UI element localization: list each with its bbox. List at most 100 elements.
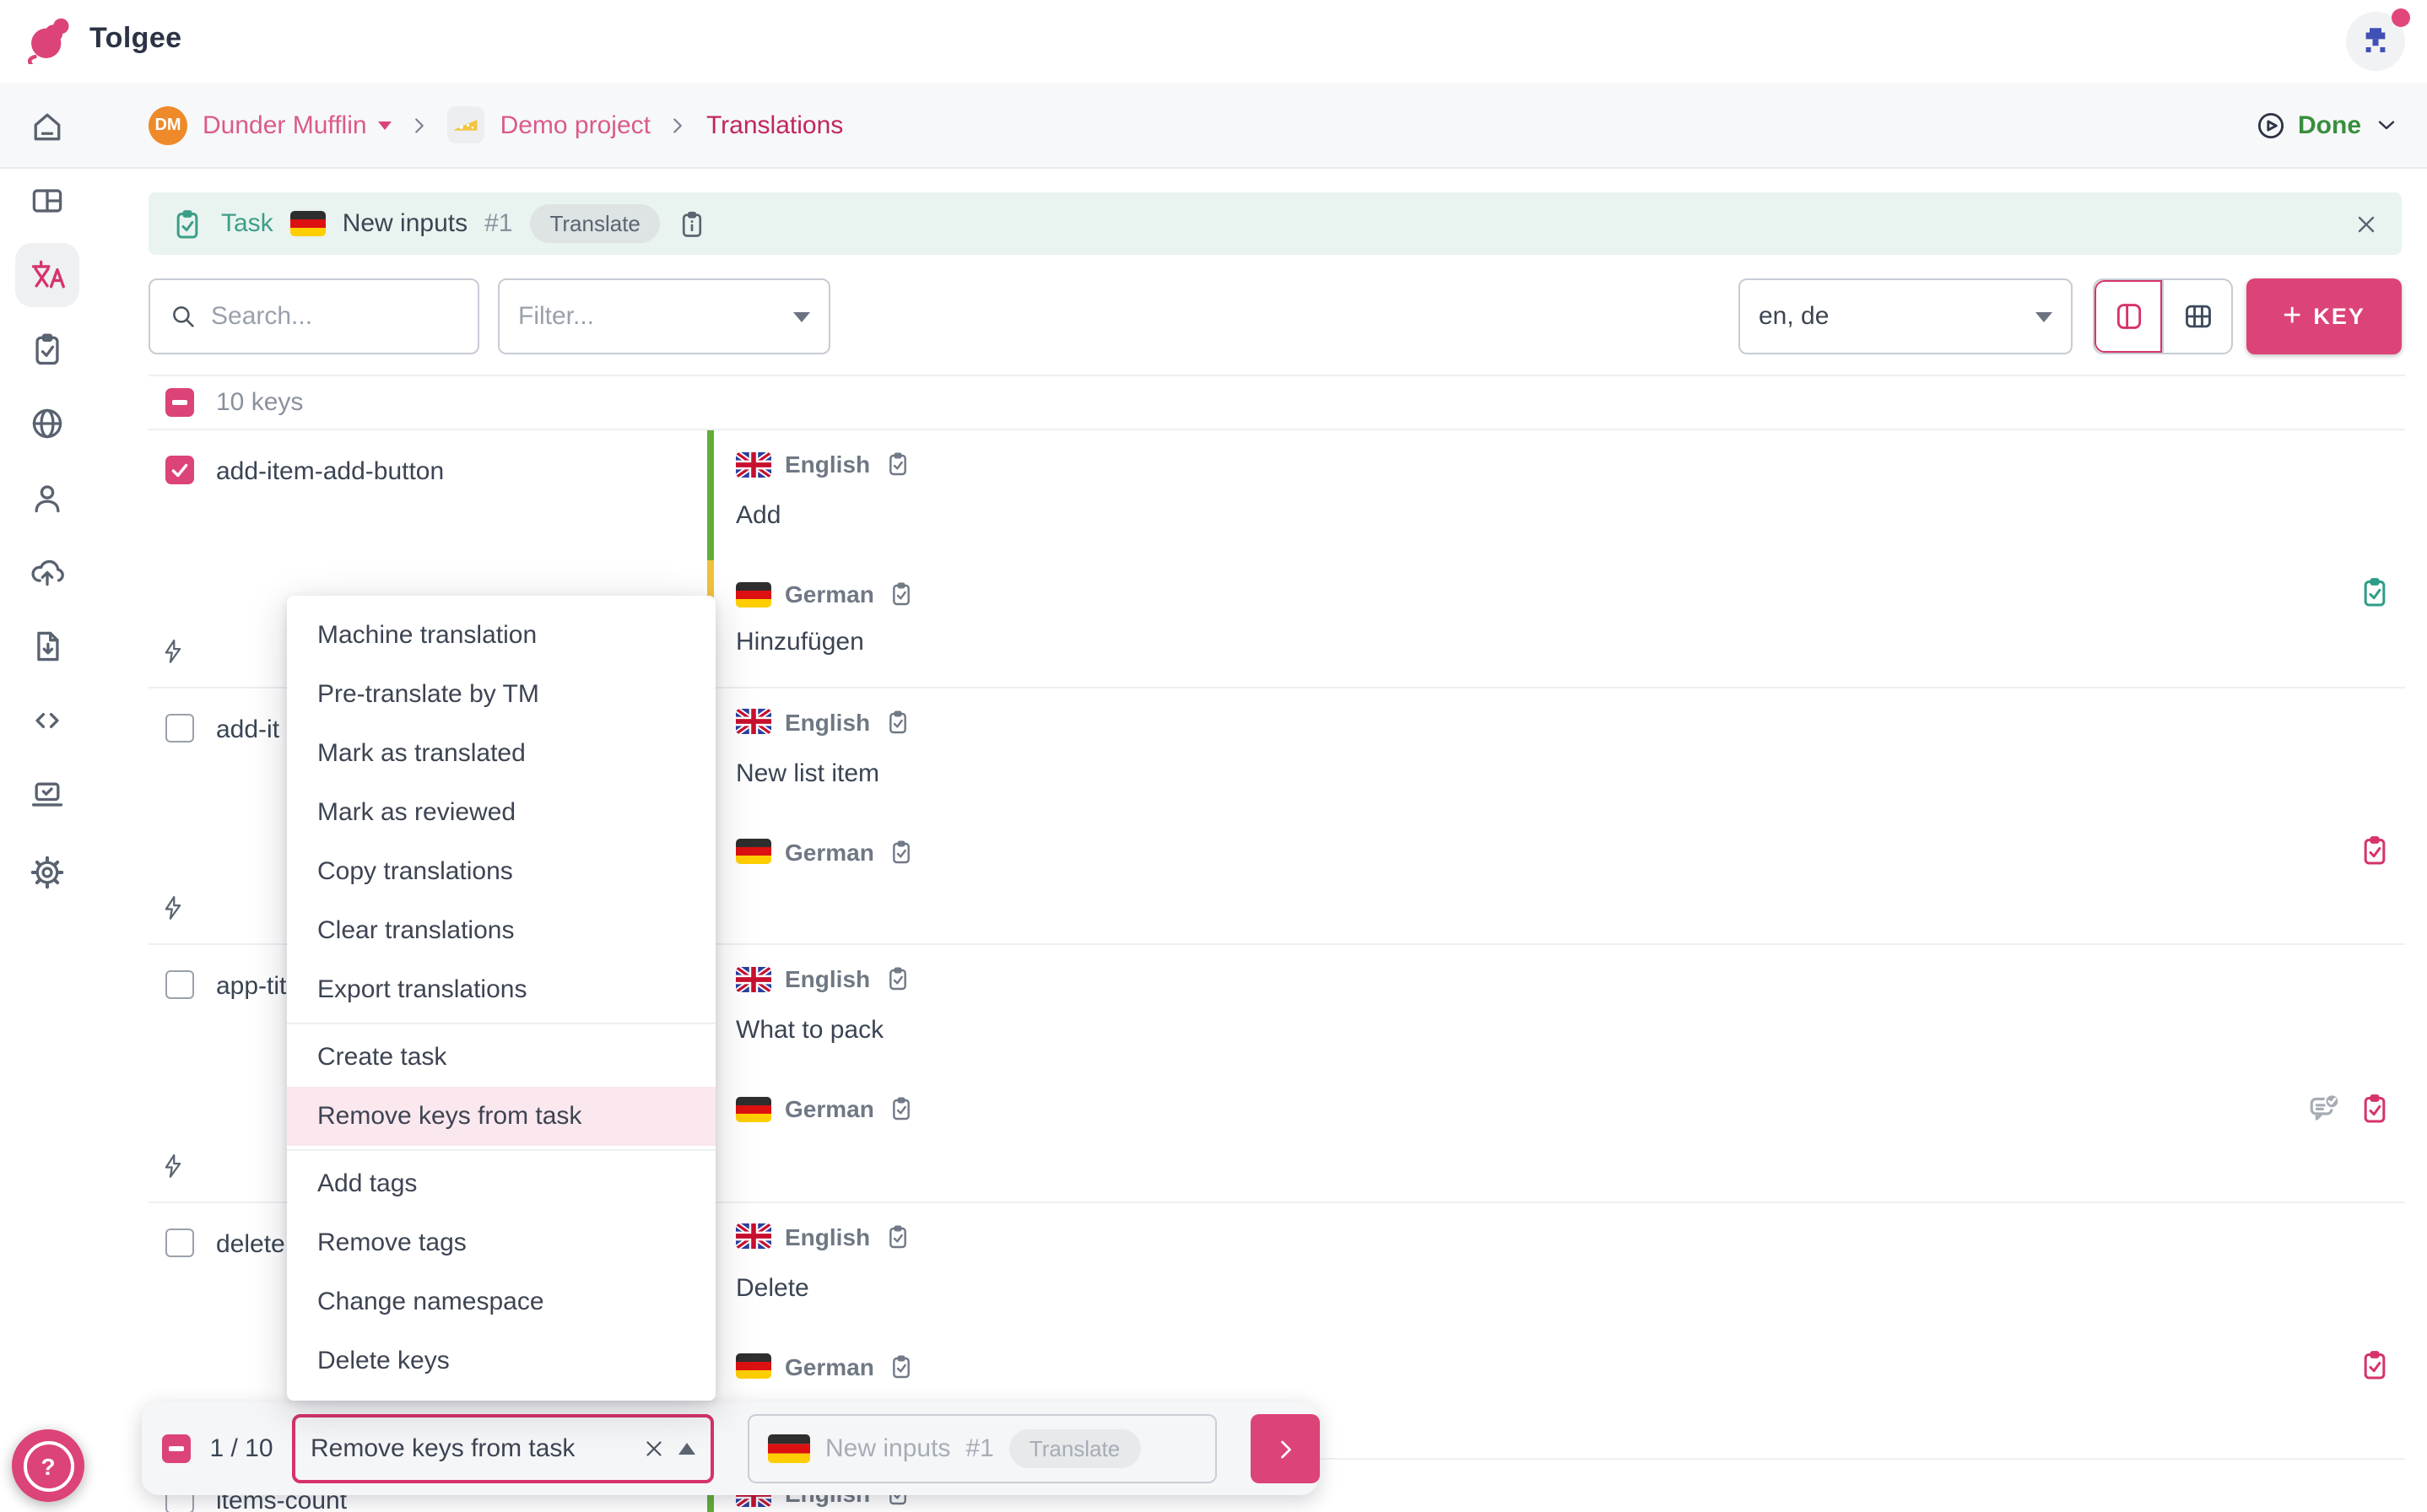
translation-state-icon (884, 451, 911, 478)
sidebar-item-person[interactable] (12, 462, 83, 533)
menu-item[interactable]: Delete keys (287, 1331, 716, 1390)
bottom-toolbar: 1 / 10 Remove keys from task New inputs … (142, 1402, 1320, 1495)
languages-select[interactable]: en, de (1738, 278, 2073, 354)
sidebar-item-code[interactable] (12, 685, 83, 756)
list-view-button[interactable] (2095, 280, 2162, 353)
task-status-clipboard-icon[interactable] (2358, 575, 2392, 609)
german-flag-icon (736, 1096, 771, 1121)
board-icon (29, 182, 66, 219)
row-checkbox[interactable] (165, 970, 194, 999)
menu-item[interactable]: Create task (287, 1028, 716, 1087)
english-flag-icon (736, 1223, 771, 1249)
machine-translate-bolt-icon[interactable] (160, 637, 186, 662)
table-header: 10 keys (149, 375, 2405, 430)
apply-action-button[interactable] (1251, 1414, 1320, 1483)
sidebar-item-board[interactable] (12, 165, 83, 236)
task-status-clipboard-icon[interactable] (2358, 1347, 2392, 1381)
app-logo[interactable]: Tolgee (25, 14, 181, 64)
sidebar-item-laptop[interactable] (12, 759, 83, 830)
clear-action-icon[interactable] (641, 1436, 667, 1461)
search-input[interactable]: Search... (149, 278, 479, 354)
task-detail-icon[interactable] (678, 208, 708, 239)
bulk-action-select[interactable]: Remove keys from task (292, 1414, 714, 1483)
menu-item[interactable]: Mark as translated (287, 724, 716, 783)
language-cell-german[interactable]: German (736, 838, 915, 865)
language-label: German (785, 838, 874, 865)
key-name[interactable]: add-item-add-button (216, 457, 444, 486)
task-status-clipboard-icon[interactable] (2358, 1091, 2392, 1125)
menu-item[interactable]: Remove keys from task (287, 1087, 716, 1146)
menu-item[interactable]: Mark as reviewed (287, 783, 716, 842)
chevron-right-icon (408, 112, 433, 138)
sidebar-item-filedown[interactable] (12, 611, 83, 682)
sidebar-item-home[interactable] (12, 91, 83, 162)
language-cell-german[interactable]: German (736, 1353, 915, 1380)
globe-icon (29, 405, 66, 442)
task-state-dropdown[interactable]: Done (2254, 83, 2400, 167)
sidebar-item-clipcheck[interactable] (12, 314, 83, 385)
row-checkbox[interactable] (165, 713, 194, 742)
view-toggle-group (2093, 278, 2233, 354)
machine-translate-bolt-icon[interactable] (160, 1152, 186, 1177)
table-view-button[interactable] (2162, 280, 2231, 353)
translation-state-icon (884, 1223, 911, 1250)
translation-state-icon (888, 838, 915, 865)
translation-value-english[interactable]: Delete (736, 1273, 809, 1302)
key-name[interactable]: app-tit (216, 972, 286, 1001)
translation-value-english[interactable]: Add (736, 501, 781, 530)
language-cell-english[interactable]: English (736, 451, 911, 478)
language-label: English (785, 451, 871, 478)
chevron-right-icon (1270, 1434, 1300, 1464)
language-cell-english[interactable]: English (736, 708, 911, 735)
language-cell-english[interactable]: English (736, 1223, 911, 1250)
sidebar-item-cloudup[interactable] (12, 537, 83, 608)
target-task-chip[interactable]: New inputs #1 Translate (748, 1414, 1217, 1483)
bulk-action-value: Remove keys from task (311, 1434, 576, 1463)
language-label: German (785, 1095, 874, 1122)
language-cell-german[interactable]: German (736, 580, 915, 608)
selection-checkbox[interactable] (162, 1434, 191, 1463)
tolgee-mouse-icon (25, 14, 76, 64)
language-cell-german[interactable]: German (736, 1095, 915, 1122)
task-status-clipboard-icon[interactable] (2358, 833, 2392, 867)
menu-item[interactable]: Clear translations (287, 901, 716, 960)
select-all-checkbox[interactable] (165, 388, 194, 417)
filter-select[interactable]: Filter... (498, 278, 830, 354)
translation-value-english[interactable]: What to pack (736, 1016, 884, 1045)
menu-item[interactable]: Add tags (287, 1154, 716, 1213)
row-checkbox[interactable] (165, 456, 194, 484)
breadcrumb-page[interactable]: Translations (706, 111, 843, 139)
breadcrumb-organization[interactable]: Dunder Mufflin (203, 111, 367, 139)
menu-item[interactable]: Export translations (287, 960, 716, 1019)
add-key-button[interactable]: + KEY (2246, 278, 2402, 354)
key-name[interactable]: add-it (216, 715, 279, 743)
translation-value-german[interactable]: Hinzufügen (736, 628, 864, 656)
menu-item[interactable]: Change namespace (287, 1272, 716, 1331)
key-name[interactable]: delete (216, 1229, 285, 1258)
translation-value-english[interactable]: New list item (736, 759, 879, 787)
plus-icon: + (2283, 299, 2302, 334)
clipcheck-icon (29, 331, 66, 368)
language-cell-english[interactable]: English (736, 965, 911, 992)
extension-badge[interactable] (2346, 8, 2410, 71)
sidebar-item-gear[interactable] (12, 837, 83, 908)
machine-translate-bolt-icon[interactable] (160, 894, 186, 920)
bulk-actions-menu: Machine translation Pre-translate by TM Ma… (287, 596, 716, 1401)
task-number: #1 (965, 1434, 994, 1463)
help-label: ? (23, 1440, 73, 1491)
breadcrumb-project[interactable]: Demo project (500, 111, 651, 139)
menu-item[interactable]: Machine translation (287, 606, 716, 665)
comment-check-icon[interactable] (2307, 1090, 2343, 1126)
help-button[interactable]: ? (12, 1429, 84, 1502)
sidebar-item-globe[interactable] (12, 388, 83, 459)
menu-item[interactable]: Pre-translate by TM (287, 665, 716, 724)
menu-item[interactable]: Remove tags (287, 1213, 716, 1272)
org-avatar[interactable]: DM (149, 105, 187, 144)
task-state-value: Done (2298, 111, 2361, 139)
menu-item[interactable]: Copy translations (287, 842, 716, 901)
task-clipboard-icon (170, 207, 204, 240)
row-checkbox[interactable] (165, 1228, 194, 1256)
sidebar-item-translate[interactable] (12, 240, 83, 310)
task-name[interactable]: New inputs (343, 209, 468, 238)
close-banner-button[interactable] (2353, 210, 2380, 237)
